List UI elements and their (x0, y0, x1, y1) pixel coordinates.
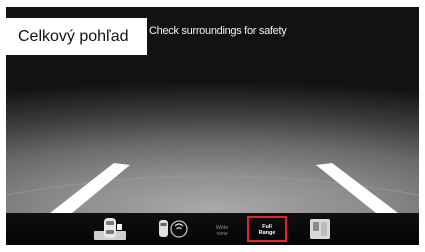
left-guide-line (50, 163, 130, 213)
side-view-button[interactable] (308, 216, 332, 242)
side-view-icon (310, 219, 330, 239)
full-range-label: Full Range (258, 224, 276, 236)
overhead-view-button[interactable] (92, 216, 128, 242)
car-overhead-icon (94, 218, 126, 240)
full-range-button[interactable]: Full Range (247, 216, 287, 242)
wide-view-label: Wide view (215, 225, 229, 237)
camera-view: Celkový pohľad Check surroundings for sa… (6, 7, 419, 213)
parking-sensor-button[interactable] (153, 216, 189, 242)
parking-sensor-icon (159, 220, 188, 238)
wide-view-button[interactable]: Wide view (207, 216, 237, 242)
safety-warning-text: Check surroundings for safety (149, 25, 287, 37)
right-guide-line (316, 163, 398, 213)
view-title: Celkový pohľad (6, 18, 147, 55)
rear-camera-screen: Celkový pohľad Check surroundings for sa… (6, 7, 419, 245)
camera-mode-toolbar: Wide view Full Range (6, 213, 419, 245)
